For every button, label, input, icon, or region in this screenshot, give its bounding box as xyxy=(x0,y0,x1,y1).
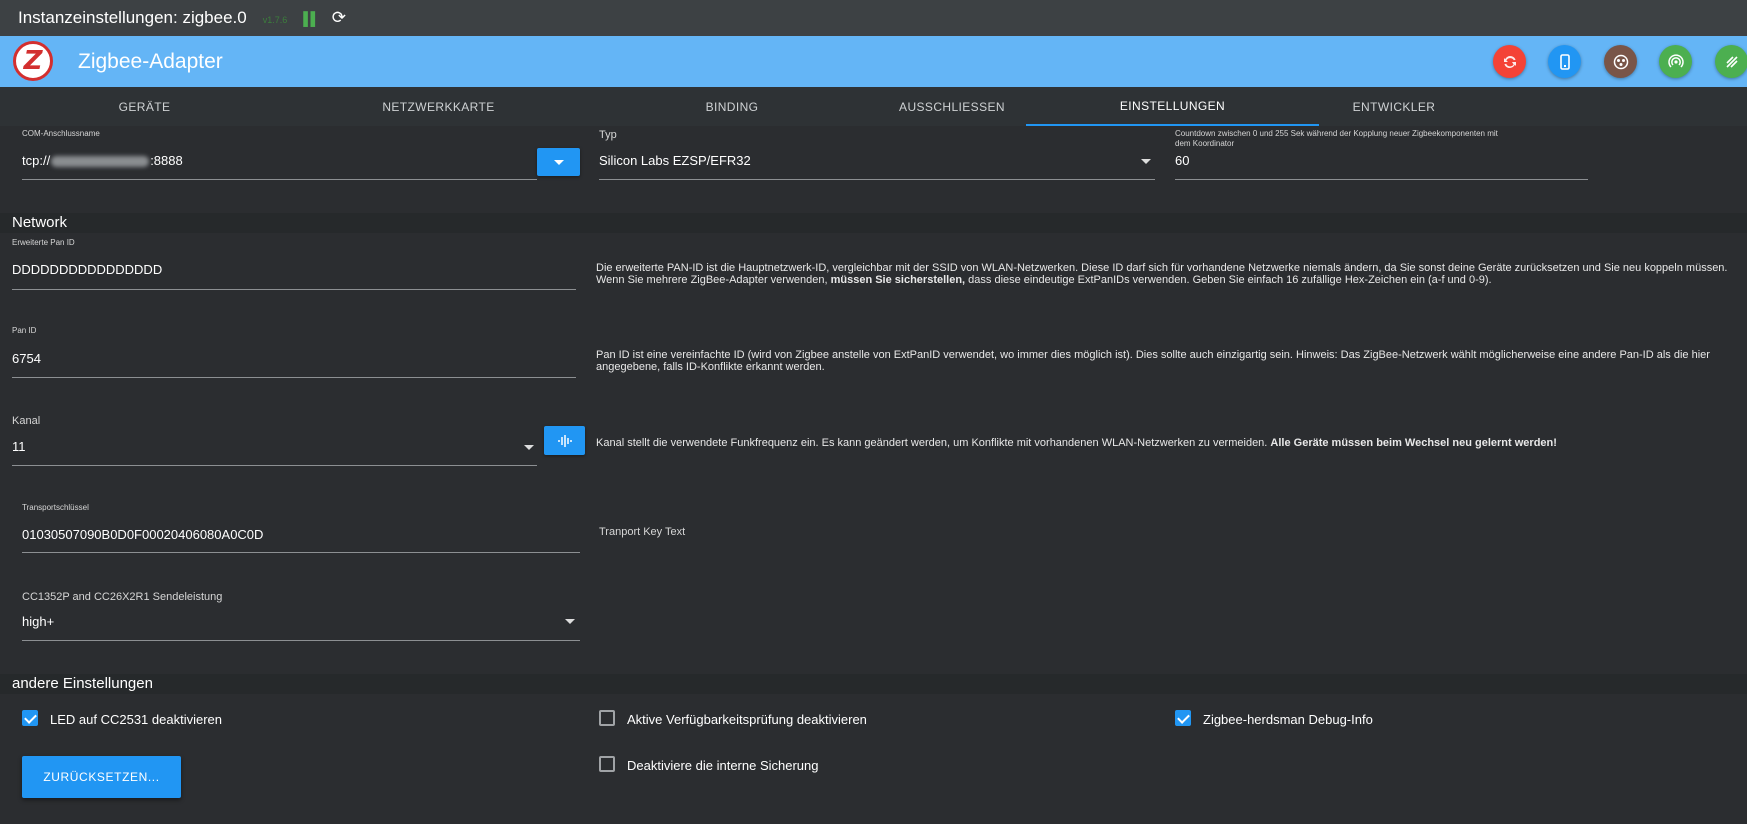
device-icon xyxy=(1559,53,1570,70)
availability-checkbox[interactable] xyxy=(599,710,615,726)
backup-checkbox-label: Deaktiviere die interne Sicherung xyxy=(627,758,819,773)
debug-checkbox[interactable] xyxy=(1175,710,1191,726)
chevron-down-icon xyxy=(553,159,564,165)
tab-network-map[interactable]: NETZWERKKARTE xyxy=(289,87,588,126)
com-port-input[interactable]: tcp://:8888 xyxy=(22,153,183,168)
tab-binding[interactable]: BINDING xyxy=(638,87,826,126)
countdown-input[interactable]: 60 xyxy=(1175,153,1189,168)
type-select[interactable]: Silicon Labs EZSP/EFR32 xyxy=(599,153,751,168)
transport-key-help: Tranport Key Text xyxy=(599,526,686,538)
sync-icon xyxy=(1503,55,1516,68)
pan-id-input[interactable]: 6754 xyxy=(12,351,41,366)
com-port-dropdown-button[interactable] xyxy=(537,148,580,176)
type-label: Typ xyxy=(599,129,617,141)
channel-select[interactable]: 11 xyxy=(12,439,26,454)
pairing-button[interactable] xyxy=(1659,45,1692,78)
app-title: Zigbee-Adapter xyxy=(78,50,223,73)
pause-icon[interactable]: ▌▌ xyxy=(303,11,319,26)
channel-help: Kanal stellt die verwendete Funkfrequenz… xyxy=(596,437,1557,449)
window-title: Instanzeinstellungen: zigbee.0 xyxy=(18,8,247,27)
signal-button[interactable] xyxy=(1715,45,1747,78)
pairing-icon xyxy=(1667,53,1684,68)
sync-button[interactable] xyxy=(1493,45,1526,78)
channel-scan-button[interactable] xyxy=(544,426,585,455)
tab-bar: GERÄTE NETZWERKKARTE BINDING AUSSCHLIESS… xyxy=(0,87,1747,126)
countdown-label: Countdown zwischen 0 und 255 Sek während… xyxy=(1175,129,1498,148)
tab-devices[interactable]: GERÄTE xyxy=(0,87,289,126)
app-header: Z Zigbee-Adapter xyxy=(0,36,1747,87)
transport-key-input[interactable]: 01030507090B0D0F00020406080A0C0D xyxy=(22,527,263,542)
ext-pan-id-input[interactable]: DDDDDDDDDDDDDDDD xyxy=(12,262,162,277)
ext-pan-id-help: Die erweiterte PAN-ID ist die Hauptnetzw… xyxy=(596,262,1728,286)
other-settings-title: andere Einstellungen xyxy=(12,675,153,692)
pan-id-label: Pan ID xyxy=(12,326,37,335)
transport-key-label: Transportschlüssel xyxy=(22,503,89,512)
tx-power-select[interactable]: high+ xyxy=(22,614,54,629)
tab-developer[interactable]: ENTWICKLER xyxy=(1319,87,1469,126)
ext-pan-id-label: Erweiterte Pan ID xyxy=(12,238,75,247)
tx-power-label: CC1352P and CC26X2R1 Sendeleistung xyxy=(22,591,223,603)
pan-id-help: Pan ID ist eine vereinfachte ID (wird vo… xyxy=(596,349,1710,373)
chevron-down-icon xyxy=(1141,159,1151,164)
zigbee-logo-icon: Z xyxy=(13,41,53,81)
com-port-label: COM-Anschlussname xyxy=(22,129,100,138)
group-button[interactable] xyxy=(1604,45,1637,78)
group-icon xyxy=(1613,54,1628,69)
redacted-host xyxy=(51,156,150,168)
tab-settings[interactable]: EINSTELLUNGEN xyxy=(1026,87,1319,126)
version-label: v1.7.6 xyxy=(262,14,288,25)
led-checkbox-label: LED auf CC2531 deaktivieren xyxy=(50,712,222,727)
chevron-down-icon xyxy=(565,619,575,624)
debug-checkbox-label: Zigbee-herdsman Debug-Info xyxy=(1203,712,1373,727)
availability-checkbox-label: Aktive Verfügbarkeitsprüfung deaktiviere… xyxy=(627,712,867,727)
waveform-icon xyxy=(557,434,572,447)
channel-label: Kanal xyxy=(12,415,41,427)
device-button[interactable] xyxy=(1548,45,1581,78)
led-checkbox[interactable] xyxy=(22,710,38,726)
chevron-down-icon xyxy=(524,445,534,450)
reset-button[interactable]: ZURÜCKSETZEN... xyxy=(22,756,181,798)
network-section-title: Network xyxy=(12,214,68,231)
signal-icon xyxy=(1725,55,1738,68)
window-titlebar: Instanzeinstellungen: zigbee.0 v1.7.6 ▌▌… xyxy=(0,0,1747,36)
backup-checkbox[interactable] xyxy=(599,756,615,772)
reload-icon[interactable]: ⟳ xyxy=(332,8,346,28)
